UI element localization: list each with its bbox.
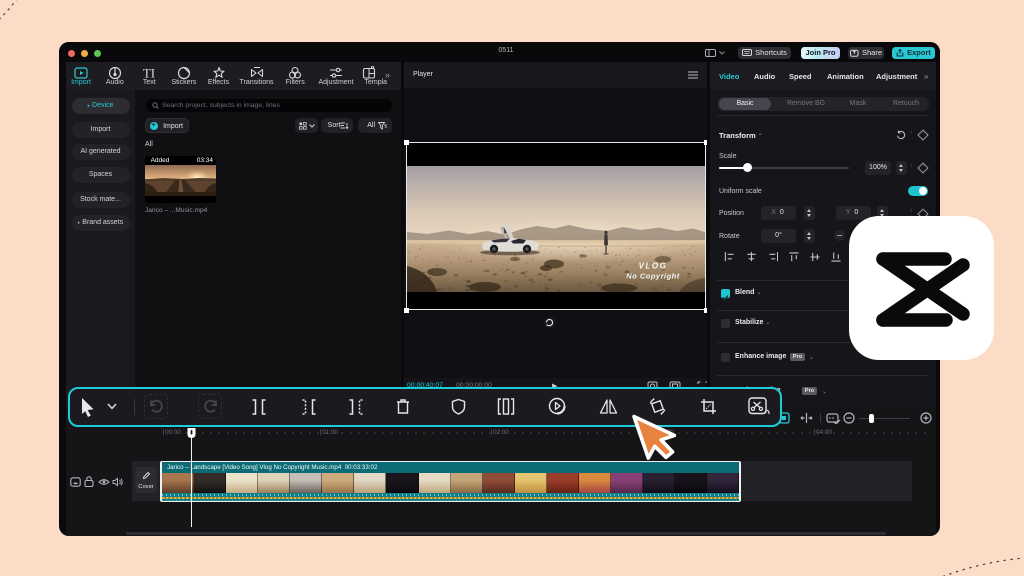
svg-text:VLOG: VLOG (638, 262, 667, 271)
svg-text:TI: TI (143, 66, 155, 80)
svg-text:No Copyright: No Copyright (626, 272, 680, 281)
